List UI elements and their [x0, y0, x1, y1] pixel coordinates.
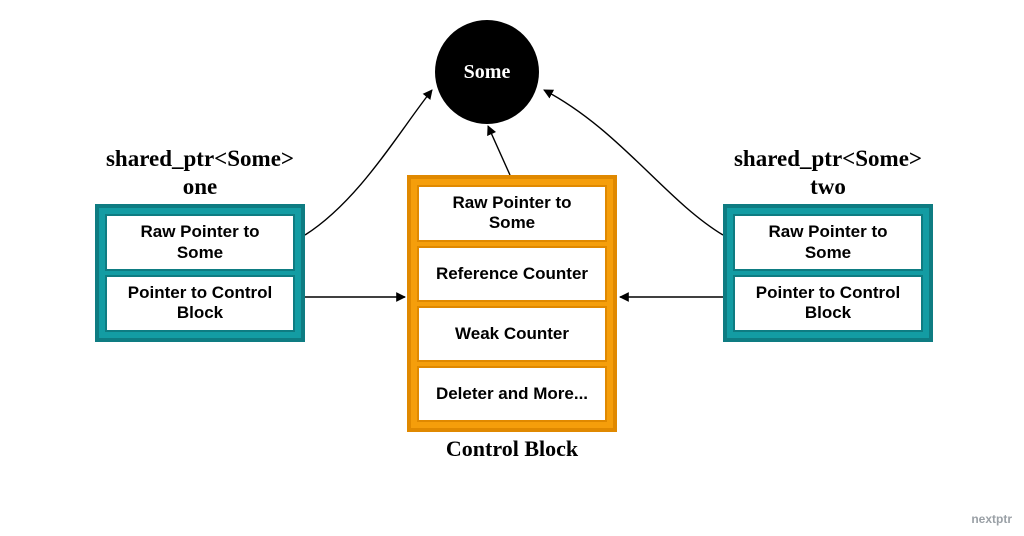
- shared-ptr-two-body: Raw Pointer to Some Pointer to Control B…: [723, 204, 933, 342]
- shared-ptr-one-ctrlptr: Pointer to Control Block: [105, 275, 295, 332]
- ctrl-deleter: Deleter and More...: [417, 366, 607, 422]
- shared-ptr-one: shared_ptr<Some> one Raw Pointer to Some…: [95, 145, 305, 342]
- shared-ptr-two-ctrlptr: Pointer to Control Block: [733, 275, 923, 332]
- object-circle-some: Some: [435, 20, 539, 124]
- ctrl-ref-counter: Reference Counter: [417, 246, 607, 302]
- ctrl-raw-ptr: Raw Pointer to Some: [417, 185, 607, 242]
- ctrl-weak-counter: Weak Counter: [417, 306, 607, 362]
- diagram-canvas: Some shared_ptr<Some> one Raw Pointer to…: [0, 0, 1024, 536]
- arrow-ctrl-raw-to-some: [488, 126, 510, 175]
- control-block: Raw Pointer to Some Reference Counter We…: [407, 175, 617, 462]
- shared-ptr-two-raw: Raw Pointer to Some: [733, 214, 923, 271]
- shared-ptr-two: shared_ptr<Some> two Raw Pointer to Some…: [723, 145, 933, 342]
- control-block-body: Raw Pointer to Some Reference Counter We…: [407, 175, 617, 432]
- watermark: nextptr: [971, 512, 1012, 526]
- shared-ptr-one-body: Raw Pointer to Some Pointer to Control B…: [95, 204, 305, 342]
- shared-ptr-one-raw: Raw Pointer to Some: [105, 214, 295, 271]
- shared-ptr-one-title: shared_ptr<Some> one: [95, 145, 305, 200]
- object-label: Some: [464, 61, 511, 84]
- shared-ptr-two-title: shared_ptr<Some> two: [723, 145, 933, 200]
- control-block-title: Control Block: [407, 436, 617, 462]
